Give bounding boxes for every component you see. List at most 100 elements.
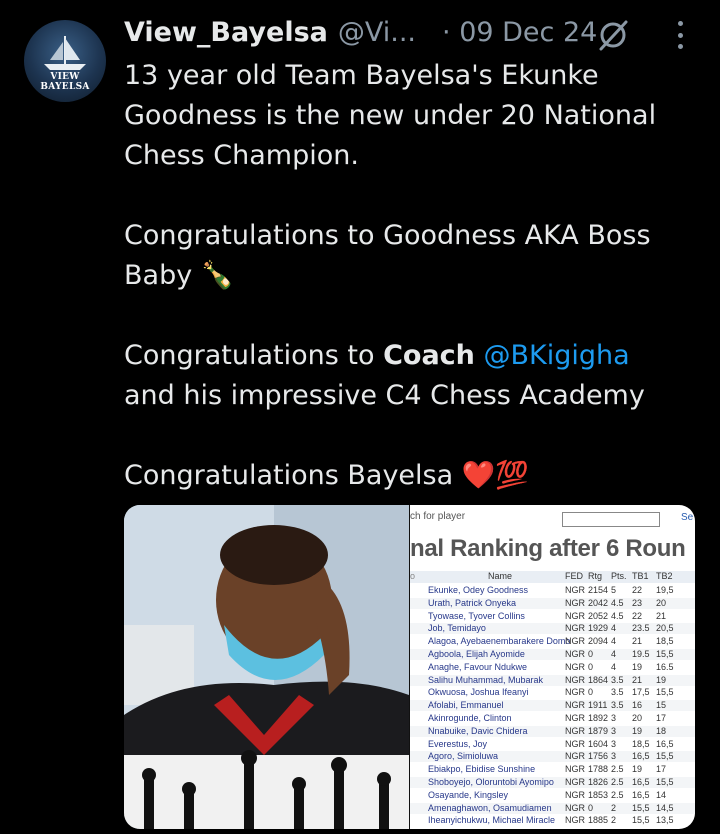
- ss-cell-rtg: 2042: [588, 597, 609, 608]
- ss-cell-name: Ekunke, Odey Goodness: [428, 585, 529, 595]
- ss-cell-rtg: 0: [588, 649, 594, 659]
- ss-cell-rtg: 0: [588, 661, 594, 672]
- media-ranking-screenshot[interactable]: ch for player Se nal Ranking after 6 Rou…: [410, 505, 695, 829]
- ss-table-row: Alagoa, Ayebaenembarakere Domo NGR 2094 4 21…: [410, 636, 695, 647]
- ss-cell-tb2: 15,5: [656, 649, 674, 659]
- media-photo-boy[interactable]: [124, 505, 409, 829]
- ss-cell-name: Ebiakpo, Ebidise Sunshine: [428, 764, 536, 775]
- ss-cell-tb1: 23.5: [632, 623, 650, 634]
- ss-cell-tb1: 15,5: [632, 815, 650, 826]
- ss-table-row: Ebiakpo, Ebidise Sunshine NGR 1788 2.5 19 17: [410, 764, 695, 775]
- ss-cell-tb2: 16.5: [656, 661, 674, 672]
- ss-cell-tb2: 20: [656, 597, 667, 608]
- ss-cell-tb2: 15,5: [656, 751, 674, 762]
- ss-cell-name: Iheanyichukwu, Michael Miracle: [428, 815, 556, 826]
- avatar[interactable]: VIEW BAYELSA: [24, 20, 106, 102]
- post-text-line1: 13 year old Team Bayelsa's Ekunke Goodne…: [124, 60, 657, 171]
- ss-cell-tb1: 21: [632, 674, 643, 685]
- ss-cell-fed: NGR: [565, 585, 585, 595]
- ss-cell-name: Shoboyejo, Oloruntobi Ayomipo: [428, 777, 554, 787]
- ss-header-tb2: TB2: [656, 571, 673, 581]
- ss-table-row: Salihu Muhammad, Mubarak NGR 1864 3.5 21 19: [410, 674, 695, 686]
- ss-table-row: Shoboyejo, Oloruntobi Ayomipo NGR 1826 2.5 1…: [410, 777, 695, 788]
- ss-cell-name: Agoro, Simioluwa: [428, 751, 499, 762]
- more-dots-icon[interactable]: [668, 18, 692, 52]
- ss-cell-pts: 2.5: [611, 764, 624, 775]
- ss-table-row: Ekunke, Odey Goodness NGR 2154 5 22 19,5: [410, 585, 695, 596]
- boy-photo-illustration: [124, 505, 409, 829]
- ss-cell-pts: 3.5: [611, 674, 624, 685]
- ss-cell-fed: NGR: [565, 815, 585, 826]
- ss-cell-fed: NGR: [565, 738, 585, 749]
- ss-cell-tb1: 19: [632, 764, 643, 775]
- ss-cell-pts: 3: [611, 713, 617, 723]
- ss-table-row: Amenaghawon, Osamudiamen NGR 0 2 15,5 14,5: [410, 802, 695, 814]
- ss-table-header: o Name FED Rtg Pts. TB1 TB2: [410, 571, 695, 583]
- ss-cell-rtg: 1864: [588, 674, 609, 685]
- ss-cell-rtg: 0: [588, 687, 594, 698]
- ss-cell-name: Amenaghawon, Osamudiamen: [428, 802, 552, 813]
- ss-table-row: Tyowase, Tyover Collins NGR 2052 4.5 22 21: [410, 611, 695, 622]
- ss-cell-pts: 5: [611, 585, 617, 595]
- ss-cell-fed: NGR: [565, 725, 585, 736]
- ss-cell-rtg: 1853: [588, 789, 609, 800]
- ss-cell-name: Akinrogunde, Clinton: [428, 713, 512, 723]
- ss-cell-rtg: 1929: [588, 623, 609, 634]
- ss-cell-name: Afolabi, Emmanuel: [428, 700, 504, 711]
- ss-cell-name: Agboola, Elijah Ayomide: [428, 649, 525, 659]
- ss-table-row: Akinrogunde, Clinton NGR 1892 3 20 17: [410, 713, 695, 724]
- ss-search-box: [562, 512, 660, 527]
- avatar-logo-text: VIEW BAYELSA: [40, 72, 90, 92]
- ss-cell-tb1: 16,5: [632, 751, 650, 762]
- media-grid: ch for player Se nal Ranking after 6 Rou…: [124, 505, 695, 829]
- mention-link[interactable]: @BKigigha: [483, 340, 629, 371]
- ss-cell-fed: NGR: [565, 674, 585, 685]
- ss-title: nal Ranking after 6 Roun: [410, 535, 686, 562]
- ss-cell-fed: NGR: [565, 649, 585, 659]
- ss-cell-tb2: 17: [656, 764, 667, 775]
- ss-table-row: Afolabi, Emmanuel NGR 1911 3.5 16 15: [410, 700, 695, 712]
- ss-cell-tb2: 15,5: [656, 777, 674, 787]
- post-date[interactable]: · 09 Dec 24: [442, 17, 597, 48]
- ss-cell-rtg: 1756: [588, 751, 609, 762]
- ss-cell-rtg: 2052: [588, 610, 609, 621]
- ss-cell-rtg: 1885: [588, 815, 609, 826]
- ss-cell-name: Nnabuike, Davic Chidera: [428, 725, 528, 736]
- ss-cell-fed: NGR: [565, 700, 585, 711]
- ss-cell-fed: NGR: [565, 764, 585, 775]
- post-text-line3: Congratulations to Coach @BKigigha and hi…: [124, 336, 704, 416]
- ss-cell-name: Anaghe, Favour Ndukwe: [428, 661, 528, 672]
- ss-cell-rtg: 1911: [588, 700, 608, 711]
- ss-cell-tb2: 17: [656, 713, 667, 723]
- line3-suffix: and his impressive C4 Chess Academy: [124, 380, 645, 411]
- line3-prefix: Congratulations to: [124, 340, 384, 371]
- ss-cell-fed: NGR: [565, 636, 585, 647]
- ss-cell-fed: NGR: [565, 789, 585, 800]
- ss-cell-fed: NGR: [565, 623, 585, 634]
- ss-cell-name: Osayande, Kingsley: [428, 789, 509, 800]
- ss-cell-pts: 3: [611, 751, 617, 762]
- ss-table-row: Agoro, Simioluwa NGR 1756 3 16,5 15,5: [410, 751, 695, 763]
- ss-cell-fed: NGR: [565, 777, 585, 787]
- ss-cell-fed: NGR: [565, 687, 585, 698]
- ss-table-row: Iheanyichukwu, Michael Miracle NGR 1885 2 15…: [410, 815, 695, 826]
- ss-cell-pts: 2.5: [611, 777, 624, 787]
- boat-logo-icon: [44, 36, 86, 70]
- ss-cell-pts: 4.5: [611, 610, 624, 621]
- grok-icon[interactable]: [596, 18, 630, 52]
- ss-table-row: Urath, Patrick Onyeka NGR 2042 4.5 23 20: [410, 597, 695, 609]
- ss-cell-name: Okwuosa, Joshua Ifeanyi: [428, 687, 529, 698]
- ss-cell-tb1: 19: [632, 661, 643, 672]
- ss-cell-tb2: 19: [656, 674, 667, 685]
- ss-cell-pts: 3: [611, 725, 617, 736]
- author-name[interactable]: View_Bayelsa: [124, 17, 328, 48]
- ss-cell-pts: 4: [611, 661, 617, 672]
- ss-cell-tb1: 16,5: [632, 777, 650, 787]
- ss-cell-rtg: 1604: [588, 738, 609, 749]
- ss-cell-tb2: 13,5: [656, 815, 674, 826]
- ss-cell-pts: 3.5: [611, 687, 624, 698]
- author-handle[interactable]: @Vi...: [338, 17, 416, 48]
- ss-cell-tb1: 15,5: [632, 802, 650, 813]
- ss-cell-rtg: 1826: [588, 777, 609, 787]
- ss-cell-tb2: 15: [656, 700, 667, 711]
